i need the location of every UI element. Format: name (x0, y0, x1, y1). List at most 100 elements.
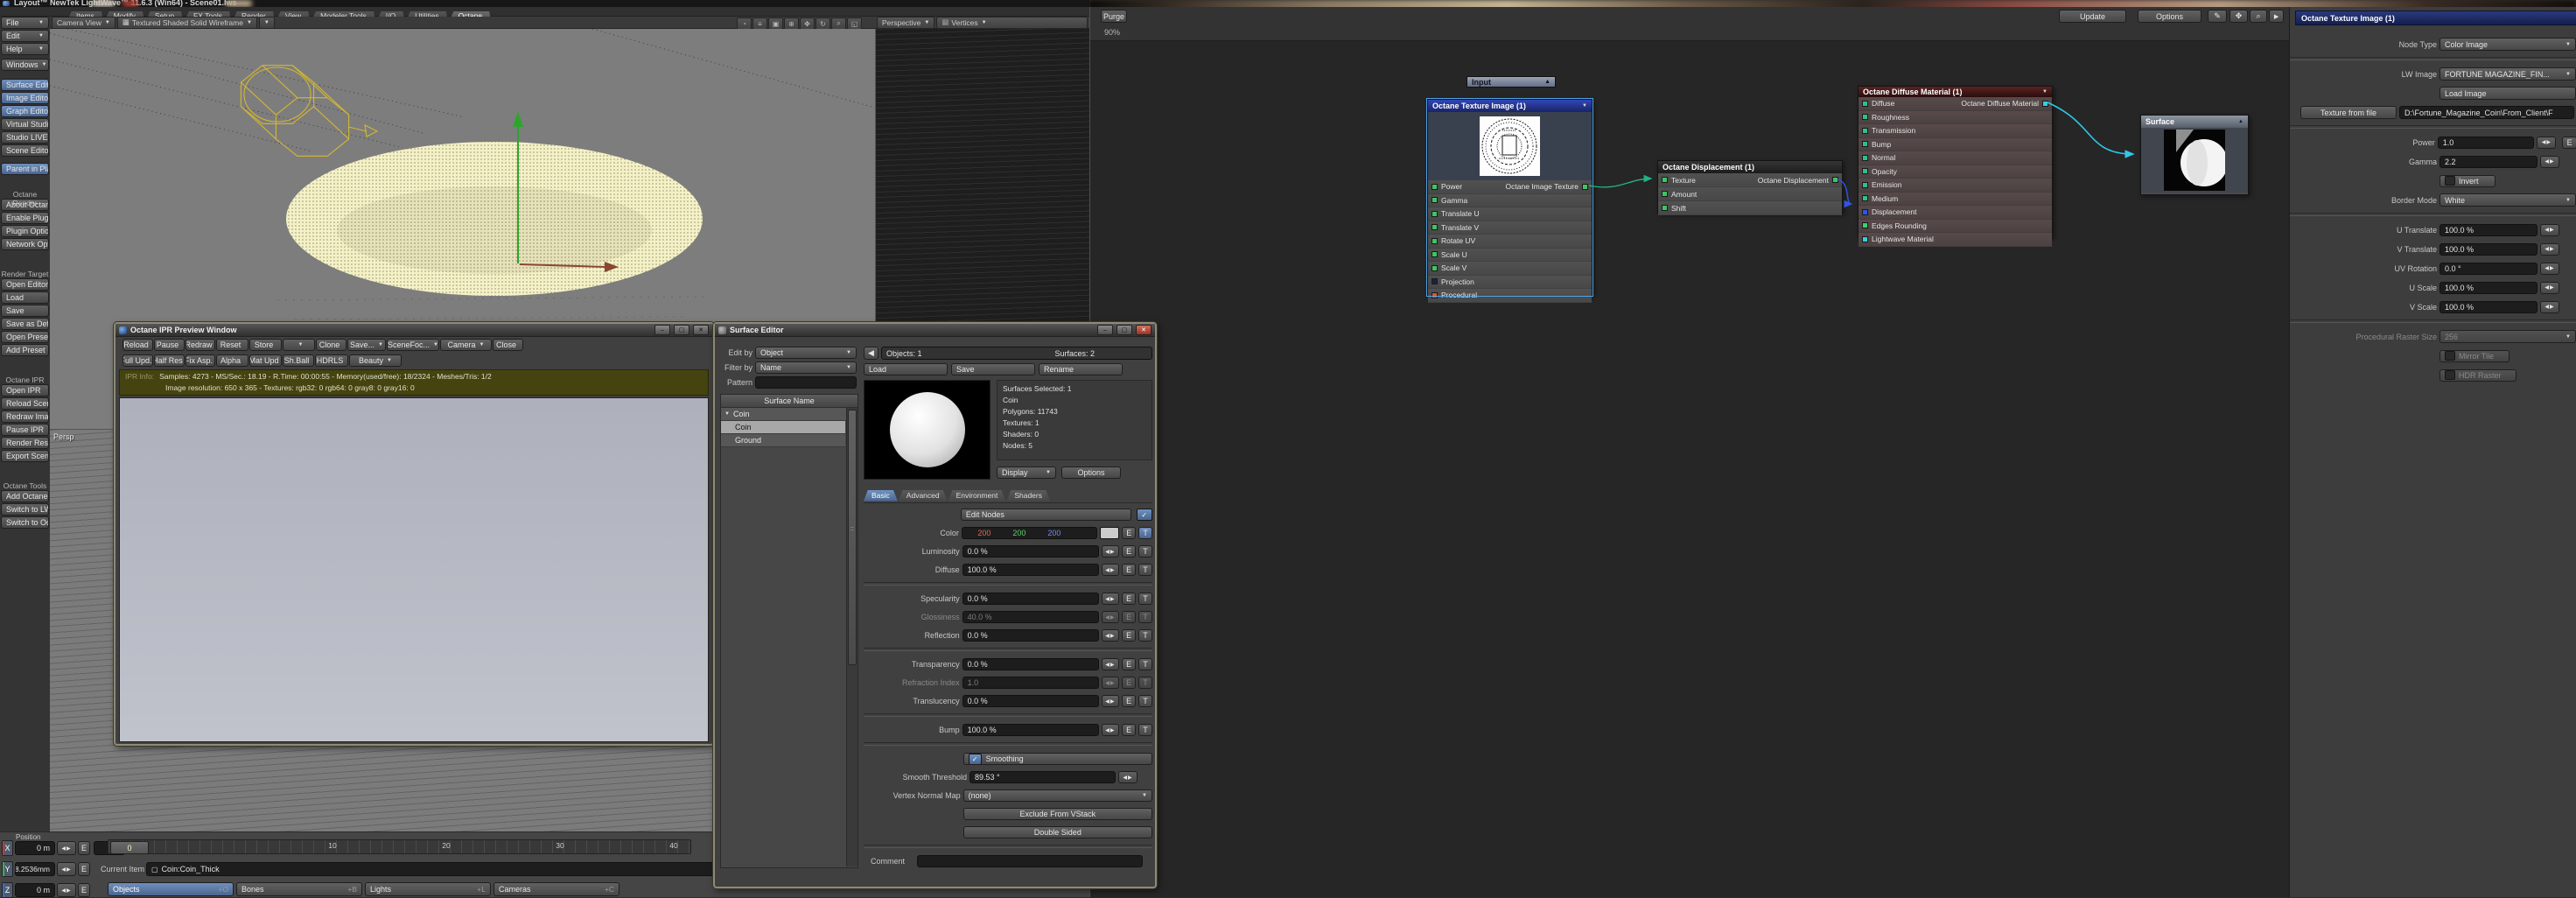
smooth-threshold-field[interactable]: 89.53 ° (970, 771, 1116, 783)
node-input-row[interactable]: Roughness (1858, 110, 2052, 124)
node-surface[interactable]: Surface ▲ (2140, 115, 2249, 195)
power-envelope-button[interactable]: E (2562, 136, 2576, 149)
output-socket[interactable] (1582, 238, 1588, 244)
output-socket[interactable] (2042, 182, 2048, 188)
sidebar-octane-button[interactable]: Enable Plugin (1, 212, 49, 224)
surface-list-scrollbar[interactable] (846, 408, 858, 866)
input-socket[interactable] (1862, 141, 1868, 148)
envelope-button[interactable]: E (1122, 629, 1137, 642)
input-socket[interactable] (1862, 127, 1868, 134)
node-input-row[interactable]: Lightwave Material (1858, 233, 2052, 247)
ipr-toolbar-button[interactable]: HDRLS (315, 354, 348, 367)
ipr-toolbar-button[interactable]: Clone (316, 339, 346, 351)
node-input-row[interactable]: Power Octane Image Texture (1428, 180, 1592, 194)
input-socket[interactable] (1432, 251, 1438, 258)
output-socket[interactable] (1582, 292, 1588, 298)
input-socket[interactable] (1432, 197, 1438, 204)
item-type-button[interactable]: Bones +B (236, 882, 362, 896)
sidebar-octane-button[interactable]: About Octane (1, 199, 49, 211)
ipr-toolbar-button[interactable]: Close (493, 339, 523, 351)
refraction-field[interactable]: 1.0 (962, 677, 1099, 689)
uv-stepper[interactable]: ◀▶ (2540, 262, 2559, 275)
view-mode-dropdown[interactable]: Perspective ▼ (877, 16, 935, 29)
color-texture-button[interactable]: T (1138, 527, 1152, 539)
output-socket[interactable] (1582, 197, 1588, 203)
node-input-row[interactable]: Texture Octane Displacement (1658, 173, 1842, 187)
sidebar-octane-button[interactable]: Reload Scene (1, 397, 49, 410)
ipr-toolbar-button[interactable]: Alpha (216, 354, 248, 367)
gamma-stepper[interactable]: ◀▶ (2540, 155, 2559, 168)
lw-image-dropdown[interactable]: FORTUNE MAGAZINE_FIN... ▼ (2440, 67, 2576, 81)
node-input-row[interactable]: Displacement (1858, 206, 2052, 220)
item-type-button[interactable]: Lights +L (365, 882, 491, 896)
item-type-button[interactable]: Objects +O (108, 882, 234, 896)
stepper[interactable]: ◀▶ (1101, 593, 1120, 605)
viewport-tool-icon[interactable]: ≡ (752, 18, 767, 30)
texture-button[interactable]: T (1138, 677, 1153, 689)
sidebar-octane-button[interactable]: Save as Default (1, 318, 49, 330)
node-input-row[interactable]: Medium (1858, 192, 2052, 206)
edit-nodes-checkbox[interactable]: ✓ (1136, 509, 1152, 521)
view-mode-dropdown[interactable]: Camera View ▼ (52, 16, 116, 29)
node-input-row[interactable]: Bump (1858, 137, 2052, 151)
stepper[interactable]: ◀▶ (1101, 677, 1120, 689)
translucency-field[interactable]: 0.0 % (962, 695, 1099, 707)
viewport-tool-icon[interactable]: ↻ (816, 18, 830, 30)
sidebar-octane-button[interactable]: Save (1, 305, 49, 317)
load-image-button[interactable]: Load Image (2440, 87, 2576, 100)
specularity-field[interactable]: 0.0 % (962, 593, 1099, 605)
stepper[interactable]: ◀▶ (1101, 545, 1120, 558)
input-socket[interactable] (1432, 278, 1438, 285)
envelope-button[interactable]: E (1122, 658, 1137, 670)
ipr-toolbar-button[interactable]: SceneFoc... ▼ (387, 339, 439, 351)
node-title[interactable]: Octane Diffuse Material (1) ▼ (1858, 87, 2052, 97)
comment-input[interactable] (917, 855, 1143, 867)
node-input-row[interactable]: Opacity (1858, 165, 2052, 179)
reflection-field[interactable]: 0.0 % (962, 629, 1099, 642)
shading-extra-dropdown[interactable]: ▼ (258, 16, 275, 29)
node-title[interactable]: Octane Displacement (1) (1658, 161, 1842, 173)
surface-tab[interactable]: Basic (864, 490, 898, 502)
ipr-titlebar[interactable]: Octane IPR Preview Window – ▢ ✕ (116, 324, 712, 337)
surface-editor-titlebar[interactable]: Surface Editor – ▢ ✕ (715, 324, 1155, 337)
surface-tab[interactable]: Advanced (899, 490, 948, 502)
sidebar-octane-button[interactable]: Load (1, 291, 49, 304)
bump-field[interactable]: 100.0 % (962, 724, 1099, 736)
position-z-field[interactable]: 0 m (15, 883, 55, 897)
uv-value-field[interactable]: 100.0 % (2440, 242, 2538, 256)
gamma-field[interactable]: 2.2 (2440, 155, 2538, 168)
ipr-toolbar-button[interactable]: Full Upd. (122, 354, 153, 367)
maximize-button[interactable]: ▢ (674, 325, 690, 335)
edit-nodes-button[interactable]: Edit Nodes (960, 509, 1131, 521)
filter-by-dropdown[interactable]: Name ▼ (755, 361, 857, 374)
smoothing-checkbox[interactable]: ✓ Smoothing (962, 753, 1152, 765)
node-input-row[interactable]: Translate V (1428, 221, 1592, 235)
input-socket[interactable] (1432, 291, 1438, 298)
close-button[interactable]: ✕ (693, 325, 709, 335)
sidebar-editor-button[interactable]: Graph Editor^F2 (1, 105, 49, 117)
input-socket[interactable] (1432, 210, 1438, 217)
maximize-button[interactable]: ▢ (1116, 325, 1132, 335)
close-button[interactable]: ✕ (1136, 325, 1152, 335)
power-stepper[interactable]: ◀▶ (2537, 136, 2557, 149)
input-socket[interactable] (1432, 183, 1438, 190)
node-input-row[interactable]: Translate U (1428, 207, 1592, 221)
input-socket[interactable] (1862, 235, 1868, 242)
position-y-field[interactable]: 228.2536mm (15, 862, 55, 876)
input-socket[interactable] (1662, 177, 1668, 183)
minimize-button[interactable]: – (1097, 325, 1113, 335)
border-mode-dropdown[interactable]: White ▼ (2440, 193, 2576, 207)
node-title[interactable]: Surface ▲ (2141, 116, 2248, 128)
file-path-field[interactable]: D:\Fortune_Magazine_Coin\From_Client\F (2399, 106, 2574, 119)
output-socket[interactable] (1582, 265, 1588, 271)
transparency-field[interactable]: 0.0 % (962, 658, 1099, 670)
output-socket[interactable] (1582, 211, 1588, 217)
viewport-tool-icon[interactable]: ⌕ (831, 18, 846, 30)
rename-button[interactable]: Rename (1039, 363, 1123, 375)
ipr-toolbar-button[interactable]: ▼ (283, 339, 315, 351)
surface-list-item[interactable]: Ground (721, 434, 845, 447)
exclude-vstack-checkbox[interactable]: Exclude From VStack (962, 808, 1152, 820)
input-socket[interactable] (1862, 208, 1868, 215)
viewport-tool-icon[interactable]: ◱ (847, 18, 862, 30)
sidebar-menu-button[interactable]: Edit ▼ (1, 30, 49, 42)
